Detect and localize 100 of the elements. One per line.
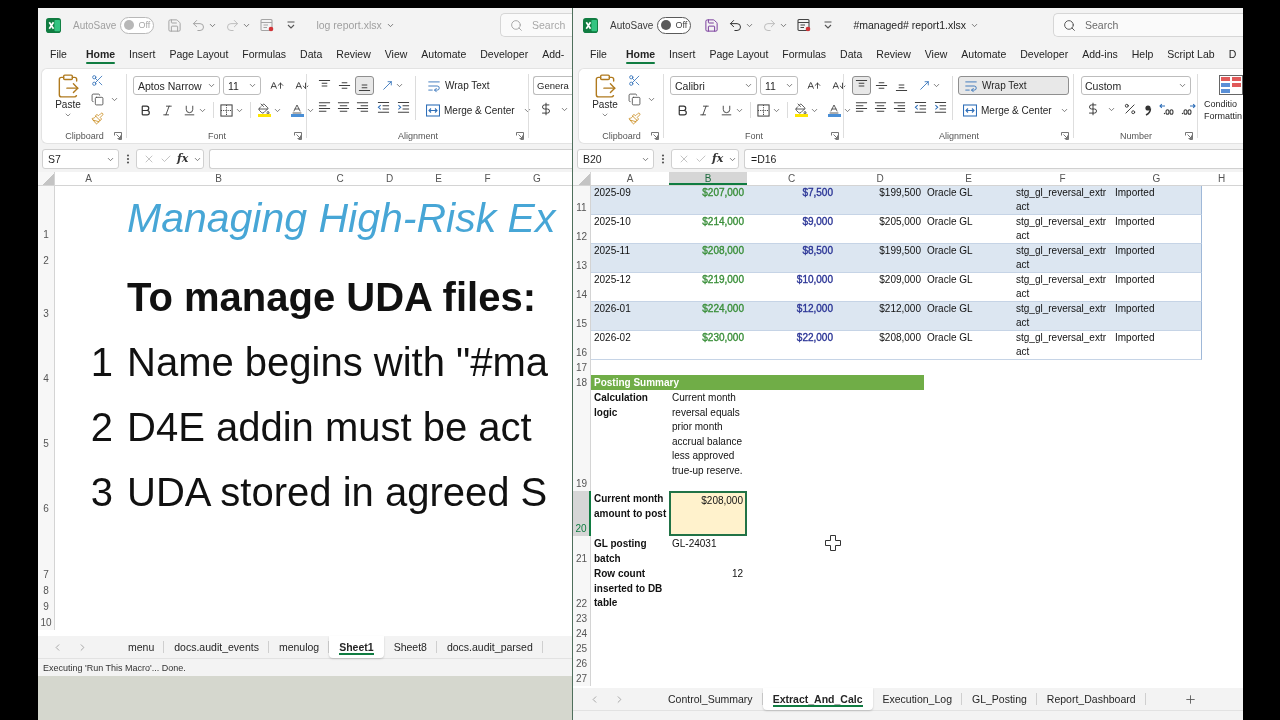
underline-icon[interactable]: [183, 103, 196, 117]
align-left-icon[interactable]: [855, 101, 868, 114]
ribbon-tab[interactable]: Home: [78, 42, 123, 66]
dialog-launcher-icon[interactable]: [294, 131, 302, 140]
row-header[interactable]: 6: [38, 451, 55, 516]
font-color-icon[interactable]: [827, 103, 841, 117]
dialog-launcher-icon[interactable]: [516, 131, 524, 140]
row-header[interactable]: 15: [573, 302, 591, 331]
fill-color-icon[interactable]: [794, 103, 808, 117]
copy-icon[interactable]: [91, 93, 104, 106]
row-header[interactable]: 20: [573, 491, 591, 536]
dialog-launcher-icon[interactable]: [114, 131, 122, 140]
ribbon-tab[interactable]: Home: [618, 42, 663, 66]
form-icon[interactable]: [797, 18, 812, 32]
dialog-launcher-icon[interactable]: [1061, 131, 1069, 140]
row-header[interactable]: 1: [38, 186, 55, 242]
check-icon[interactable]: [695, 153, 707, 165]
customize-icon[interactable]: [286, 20, 297, 30]
insert-function-button[interactable]: fx: [177, 153, 189, 165]
align-bottom-button[interactable]: [355, 76, 374, 95]
italic-icon[interactable]: [161, 103, 174, 117]
caret-icon[interactable]: [395, 81, 404, 90]
decrease-indent-icon[interactable]: [377, 101, 390, 114]
scissors-icon[interactable]: [91, 74, 104, 87]
ribbon-tab[interactable]: Page Layout: [702, 42, 776, 66]
align-center-icon[interactable]: [337, 101, 350, 114]
italic-icon[interactable]: [698, 103, 711, 117]
caret-icon[interactable]: [647, 95, 656, 104]
row-header[interactable]: 11: [573, 186, 591, 215]
font-name-dropdown[interactable]: Calibri: [670, 76, 757, 95]
font-size-dropdown[interactable]: 11: [760, 76, 798, 95]
caret-icon[interactable]: [932, 81, 941, 90]
underline-icon[interactable]: [720, 103, 733, 117]
diagonal-arrow-icon[interactable]: [381, 79, 394, 92]
name-box[interactable]: S7: [42, 149, 119, 169]
ribbon-tab[interactable]: Data: [293, 42, 330, 66]
align-right-icon[interactable]: [356, 101, 369, 114]
increase-indent-icon[interactable]: [397, 101, 410, 114]
row-header[interactable]: 5: [38, 386, 55, 451]
wrap-text-button[interactable]: Wrap Text: [958, 76, 1069, 95]
caret-icon[interactable]: [601, 111, 609, 119]
insert-function-button[interactable]: fx: [712, 153, 724, 165]
caret-icon[interactable]: [1059, 106, 1069, 115]
comma-icon[interactable]: [1144, 102, 1152, 116]
form-icon[interactable]: [260, 18, 275, 32]
row-header[interactable]: 12: [573, 215, 591, 244]
align-center-icon[interactable]: [874, 101, 887, 114]
caret-icon[interactable]: [248, 81, 257, 90]
caret-icon[interactable]: [785, 81, 794, 90]
row-header[interactable]: 10: [38, 614, 55, 630]
ribbon-tab[interactable]: View: [917, 42, 955, 66]
row-header[interactable]: 19: [573, 390, 591, 491]
row-header[interactable]: 4: [38, 321, 55, 386]
merge-center-button[interactable]: Merge & Center: [421, 101, 520, 120]
column-header[interactable]: B: [669, 172, 747, 185]
file-name-button[interactable]: #managed# report1.xlsx: [853, 19, 980, 31]
search-icon[interactable]: [1063, 19, 1076, 32]
ribbon-tab[interactable]: Automate: [414, 42, 474, 66]
check-icon[interactable]: [160, 153, 172, 165]
ribbon-tab[interactable]: Script Lab: [1160, 42, 1222, 66]
number-format-dropdown[interactable]: Custom: [1081, 76, 1191, 95]
font-color-icon[interactable]: [290, 103, 304, 117]
add-sheet-icon[interactable]: [1183, 692, 1197, 706]
row-header[interactable]: 2: [38, 242, 55, 268]
customize-icon[interactable]: [823, 20, 834, 30]
caret-icon[interactable]: [522, 106, 532, 115]
dialog-launcher-icon[interactable]: [831, 131, 839, 140]
ribbon-tab[interactable]: Add-ins: [1075, 42, 1125, 66]
paste-button[interactable]: Paste: [55, 73, 81, 119]
font-name-dropdown[interactable]: Aptos Narrow: [133, 76, 220, 95]
save-icon[interactable]: [704, 17, 720, 33]
ribbon-tab[interactable]: Insert: [122, 42, 163, 66]
dollar-icon[interactable]: [539, 102, 553, 116]
ribbon-tab[interactable]: Formulas: [775, 42, 834, 66]
formula-field[interactable]: =D16: [744, 149, 1243, 169]
borders-icon[interactable]: [220, 103, 233, 117]
ribbon-tab[interactable]: Automate: [954, 42, 1014, 66]
ribbon-tab[interactable]: Review: [329, 42, 378, 66]
search-field[interactable]: Search: [1053, 13, 1243, 37]
autosave-toggle[interactable]: Off: [657, 16, 692, 34]
align-left-icon[interactable]: [318, 101, 331, 114]
conditional-formatting-button[interactable]: Conditio Formattin: [1198, 73, 1243, 122]
ribbon-tab[interactable]: Insert: [662, 42, 703, 66]
ribbon-tab[interactable]: Review: [869, 42, 918, 66]
formula-field[interactable]: [209, 149, 572, 169]
caret-icon[interactable]: [207, 81, 216, 90]
ribbon-tab[interactable]: Help: [1124, 42, 1161, 66]
paste-button[interactable]: Paste: [592, 73, 618, 119]
row-header[interactable]: 18: [573, 375, 591, 390]
row-header[interactable]: 17: [573, 360, 591, 375]
caret-icon[interactable]: [1178, 81, 1187, 90]
selected-cell[interactable]: $208,000: [669, 491, 747, 536]
search-field[interactable]: Search: [500, 13, 572, 37]
row-header[interactable]: 14: [573, 273, 591, 302]
font-size-dropdown[interactable]: 11: [223, 76, 261, 95]
caret-icon[interactable]: [744, 81, 753, 90]
row-header[interactable]: 3: [38, 268, 55, 321]
borders-icon[interactable]: [757, 103, 770, 117]
decrease-indent-icon[interactable]: [914, 101, 927, 114]
dialog-launcher-icon[interactable]: [651, 131, 659, 140]
